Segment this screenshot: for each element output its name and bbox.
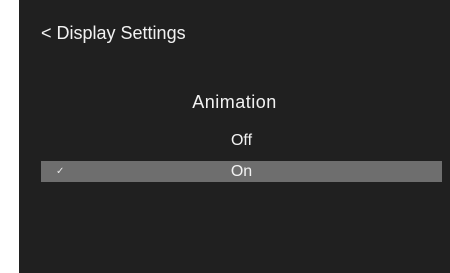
section-title: Animation: [192, 92, 277, 112]
option-off[interactable]: Off: [41, 130, 442, 151]
option-label: Off: [230, 132, 253, 149]
page-title: Display Settings: [56, 23, 186, 43]
back-chevron-icon: <: [41, 23, 52, 43]
back-button[interactable]: < Display Settings: [19, 12, 450, 54]
option-label: On: [230, 163, 253, 180]
option-on[interactable]: ✓ On: [41, 161, 442, 182]
settings-screen: < Display Settings Animation Off ✓ On: [19, 0, 450, 273]
checkmark-icon: ✓: [56, 166, 65, 177]
